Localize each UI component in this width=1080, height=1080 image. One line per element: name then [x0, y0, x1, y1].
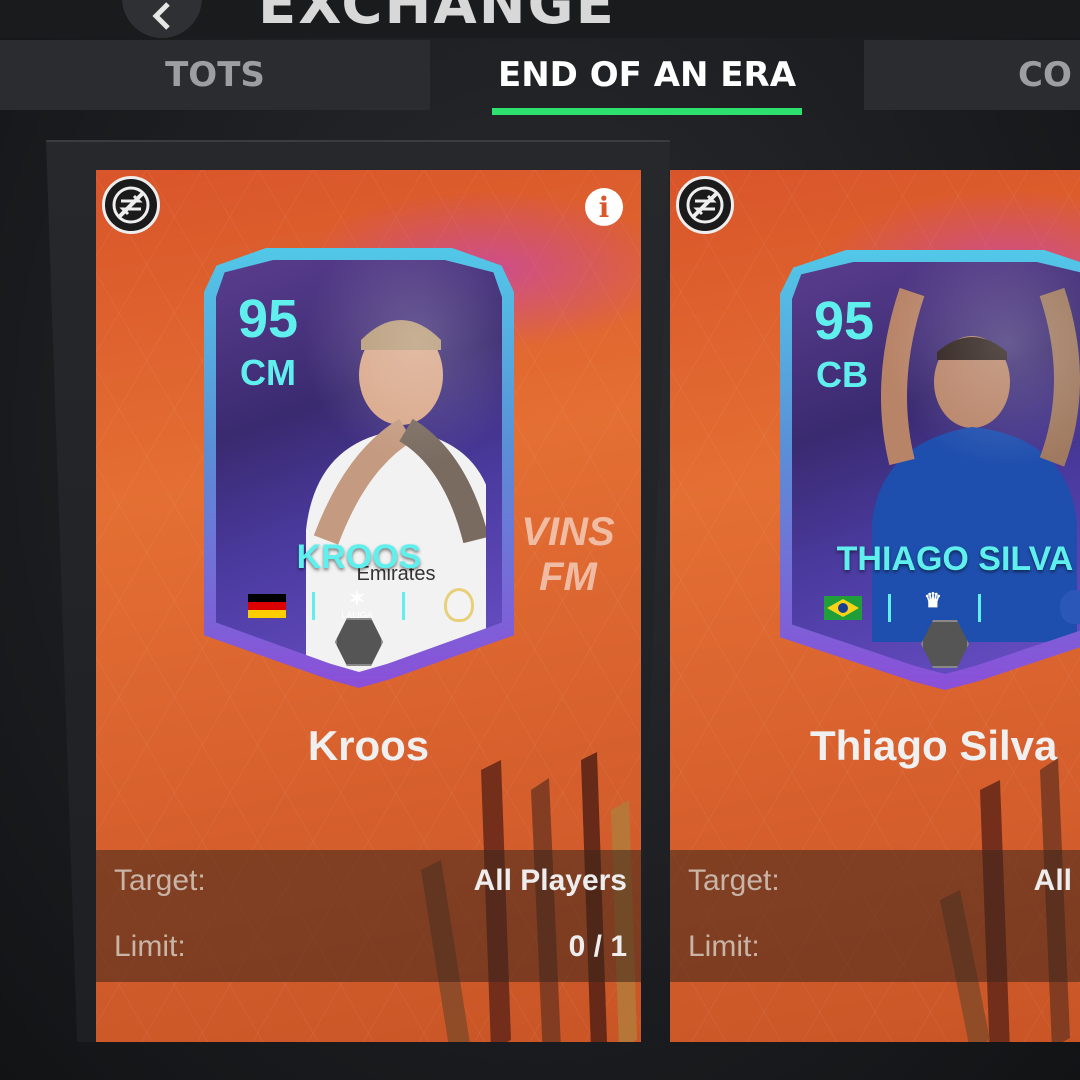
- info-icon[interactable]: i: [585, 188, 623, 226]
- divider: [312, 592, 315, 620]
- card-rating: 95: [814, 291, 875, 351]
- player-item-card: Emirates 95 CM KROOS ✶ LALIGA: [204, 248, 514, 688]
- top-bar: EXCHANGE: [0, 0, 1080, 38]
- germany-flag-icon: [248, 594, 286, 618]
- exchange-card-kroos[interactable]: i Emirates 95 CM KROOS ✶ LALIGA Kroos Ta…: [96, 170, 641, 1042]
- premier-league-icon: ♛: [924, 590, 942, 612]
- untradeable-icon: [676, 176, 734, 234]
- divider: [978, 594, 981, 622]
- target-label: Target:: [114, 864, 206, 897]
- card-player-name: THIAGO SILVA: [836, 540, 1074, 578]
- target-value: All: [1033, 864, 1072, 897]
- limit-label: Limit:: [114, 930, 186, 963]
- chelsea-badge-icon: [1060, 590, 1080, 624]
- active-tab-indicator: [492, 108, 802, 115]
- real-madrid-badge-icon: [444, 588, 474, 622]
- target-value: All Players: [473, 864, 627, 897]
- svg-text:FM: FM: [539, 555, 598, 599]
- tab-bar: TOTS END OF AN ERA CO: [0, 40, 1080, 112]
- tab-end-of-an-era[interactable]: END OF AN ERA: [432, 40, 862, 110]
- tab-tots[interactable]: TOTS: [0, 40, 430, 110]
- limit-value: 0 / 1: [568, 930, 627, 963]
- exchange-details: Target: All Limit:: [670, 850, 1080, 982]
- exchange-card-thiago-silva[interactable]: 95 CB THIAGO SILVA ♛ Thiago Silva Target…: [670, 170, 1080, 1042]
- target-row: Target: All Players: [96, 850, 641, 916]
- limit-row: Limit:: [670, 916, 1080, 982]
- limit-label: Limit:: [688, 930, 760, 963]
- divider: [888, 594, 891, 622]
- untradeable-icon: [102, 176, 160, 234]
- target-row: Target: All: [670, 850, 1080, 916]
- watermark-logo: VINS FM: [521, 510, 615, 599]
- page-title: EXCHANGE: [258, 0, 616, 37]
- player-photo: [872, 287, 1080, 642]
- card-info-row: ♛: [780, 590, 1080, 630]
- limit-row: Limit: 0 / 1: [96, 916, 641, 982]
- brazil-flag-icon: [824, 596, 862, 620]
- back-arrow-icon: [152, 2, 170, 30]
- exchange-details: Target: All Players Limit: 0 / 1: [96, 850, 641, 982]
- divider: [402, 592, 405, 620]
- card-position: CM: [240, 352, 296, 393]
- laliga-icon: ✶: [348, 588, 366, 610]
- back-button[interactable]: [122, 0, 202, 38]
- card-rating: 95: [238, 289, 299, 349]
- player-item-card: 95 CB THIAGO SILVA ♛: [780, 250, 1080, 690]
- card-player-name: KROOS: [296, 538, 422, 576]
- svg-text:VINS: VINS: [521, 510, 615, 554]
- target-label: Target:: [688, 864, 780, 897]
- tab-co[interactable]: CO: [864, 40, 1080, 110]
- card-position: CB: [816, 354, 868, 395]
